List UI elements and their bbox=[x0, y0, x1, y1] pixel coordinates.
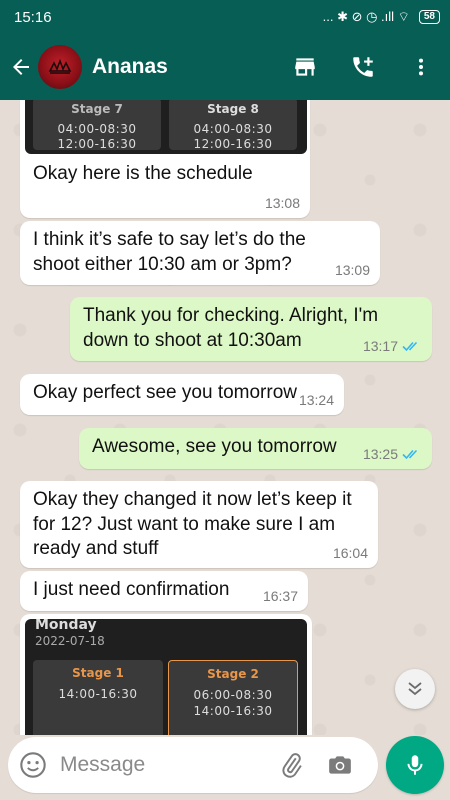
message-bubble-incoming[interactable]: Stage 7 04:00-08:30 12:00-16:30 Stage 8 … bbox=[20, 100, 310, 218]
avatar-logo-icon bbox=[48, 58, 72, 74]
message-text: Thank you for checking. Alright, I'm dow… bbox=[83, 304, 378, 353]
message-line: for 12? Just want to make sure I am bbox=[33, 513, 336, 535]
message-line: down to shoot at 10:30am bbox=[83, 329, 302, 351]
message-bubble-incoming[interactable]: I think it’s safe to say let’s do the sh… bbox=[20, 221, 380, 285]
header-actions bbox=[276, 34, 450, 100]
message-line: Okay they changed it now let’s keep it bbox=[33, 489, 352, 510]
message-text: Awesome, see you tomorrow bbox=[92, 436, 337, 457]
emoji-button[interactable] bbox=[8, 737, 58, 793]
message-time: 13:17 bbox=[363, 337, 422, 355]
stage-time: 12:00-16:30 bbox=[193, 137, 273, 152]
stage-time: 04:00-08:30 bbox=[57, 121, 137, 136]
microphone-icon bbox=[407, 755, 423, 775]
store-icon[interactable] bbox=[276, 34, 334, 100]
camera-icon bbox=[329, 756, 351, 774]
message-time: 16:04 bbox=[332, 544, 368, 561]
message-text: Okay perfect see you tomorrow bbox=[33, 382, 297, 403]
message-time: 13:09 bbox=[334, 261, 370, 278]
stage-box-highlighted: Stage 2 06:00-08:30 14:00-16:30 bbox=[168, 660, 298, 735]
stage-title: Stage 7 bbox=[71, 102, 123, 116]
message-time: 16:37 bbox=[262, 587, 298, 604]
message-time: 13:24 bbox=[298, 391, 334, 408]
stage-time: 06:00-08:30 bbox=[193, 687, 273, 702]
stage-time: 14:00-16:30 bbox=[193, 704, 273, 719]
stage-time: 12:00-16:30 bbox=[57, 137, 137, 152]
message-line: shoot either 10:30 am or 3pm? bbox=[33, 253, 292, 275]
stage-box: Stage 1 14:00-16:30 bbox=[33, 660, 163, 735]
emoji-icon bbox=[20, 752, 46, 778]
stage-title: Stage 2 bbox=[207, 667, 259, 681]
schedule-date: 2022-07-18 bbox=[35, 634, 105, 648]
image-message-bubble[interactable]: Monday 2022-07-18 Stage 1 14:00-16:30 St… bbox=[20, 614, 312, 735]
status-time: 15:16 bbox=[14, 8, 52, 26]
chat-header: Ananas bbox=[0, 34, 450, 100]
message-text: I just need confirmation bbox=[33, 579, 230, 600]
camera-button[interactable] bbox=[316, 737, 364, 793]
stage-box: Stage 7 04:00-08:30 12:00-16:30 bbox=[33, 100, 161, 152]
message-text: Okay they changed it now let’s keep it f… bbox=[33, 488, 352, 562]
more-vert-icon[interactable] bbox=[392, 34, 450, 100]
paperclip-icon bbox=[282, 753, 302, 778]
stage-time: 04:00-08:30 bbox=[193, 121, 273, 136]
read-ticks-icon bbox=[402, 341, 418, 352]
message-text: Okay here is the schedule bbox=[33, 163, 253, 184]
voice-message-button[interactable] bbox=[386, 736, 444, 794]
schedule-image[interactable]: Stage 7 04:00-08:30 12:00-16:30 Stage 8 … bbox=[25, 100, 307, 154]
scroll-to-bottom-button[interactable] bbox=[395, 669, 435, 709]
stage-box: Stage 8 04:00-08:30 12:00-16:30 bbox=[169, 100, 297, 152]
message-bubble-incoming[interactable]: Okay they changed it now let’s keep it f… bbox=[20, 481, 378, 568]
message-bubble-outgoing[interactable]: Awesome, see you tomorrow 13:25 bbox=[79, 428, 432, 469]
message-time: 13:25 bbox=[363, 445, 422, 463]
back-arrow-icon[interactable] bbox=[4, 34, 38, 100]
message-input[interactable] bbox=[58, 753, 268, 777]
schedule-day: Monday bbox=[35, 619, 97, 633]
message-line: ready and stuff bbox=[33, 538, 159, 560]
contact-name[interactable]: Ananas bbox=[92, 55, 168, 79]
message-bubble-outgoing[interactable]: Thank you for checking. Alright, I'm dow… bbox=[70, 297, 432, 361]
schedule-image[interactable]: Monday 2022-07-18 Stage 1 14:00-16:30 St… bbox=[25, 619, 307, 735]
message-line: Thank you for checking. Alright, I'm bbox=[83, 305, 379, 326]
message-bubble-incoming[interactable]: I just need confirmation 16:37 bbox=[20, 571, 308, 611]
stage-title: Stage 1 bbox=[72, 666, 124, 680]
battery-icon: 58 bbox=[418, 10, 440, 24]
message-text: I think it’s safe to say let’s do the sh… bbox=[33, 228, 306, 277]
message-line: I think it’s safe to say let’s do the bbox=[33, 229, 306, 250]
message-bubble-incoming[interactable]: Okay perfect see you tomorrow 13:24 bbox=[20, 374, 344, 415]
message-time: 13:08 bbox=[264, 194, 300, 211]
add-call-icon[interactable] bbox=[334, 34, 392, 100]
read-ticks-icon bbox=[402, 449, 418, 460]
message-time-text: 13:17 bbox=[362, 337, 398, 354]
message-composer bbox=[8, 737, 378, 793]
avatar[interactable] bbox=[38, 45, 82, 89]
double-chevron-down-icon bbox=[408, 682, 422, 696]
status-indicators: ... ✱ ⊘ ◷ .ıll ⌔ bbox=[322, 9, 410, 24]
attach-button[interactable] bbox=[268, 737, 316, 793]
status-bar: 15:16 ... ✱ ⊘ ◷ .ıll ⌔ 58 bbox=[0, 0, 450, 34]
status-icons: ... ✱ ⊘ ◷ .ıll ⌔ 58 bbox=[323, 9, 440, 25]
chat-area[interactable]: Stage 7 04:00-08:30 12:00-16:30 Stage 8 … bbox=[0, 100, 450, 735]
stage-title: Stage 8 bbox=[207, 102, 259, 116]
message-time-text: 13:25 bbox=[362, 445, 398, 462]
stage-time: 14:00-16:30 bbox=[58, 686, 138, 701]
